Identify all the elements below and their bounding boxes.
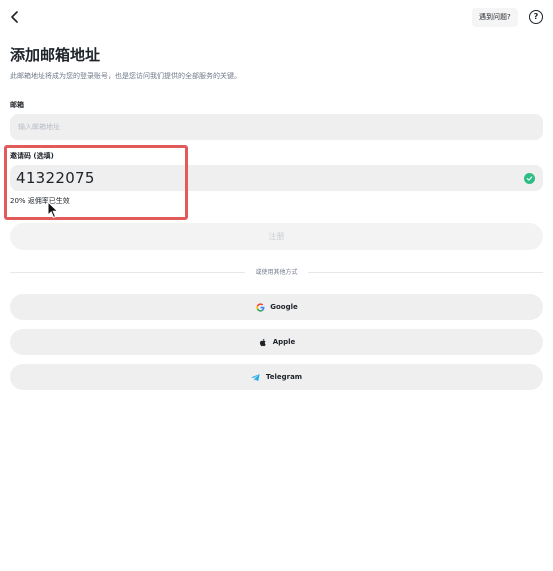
email-field-container [10,114,543,140]
telegram-login-button[interactable]: Telegram [10,364,543,390]
page-subtitle: 此邮箱地址将成为您的登录账号，也是您访问我们提供的全部服务的关键。 [10,72,241,80]
email-input[interactable] [10,123,543,131]
telegram-icon [251,372,261,382]
alt-login-divider: 或使用其他方式 [10,266,543,278]
invite-code-label: 邀请码 (选填) [10,152,54,160]
divider-line-right [308,272,543,273]
email-label: 邮箱 [10,101,24,109]
help-link-button[interactable]: 遇到问题? [472,8,518,27]
check-circle-icon [524,173,535,184]
register-button[interactable]: 注册 [10,223,543,250]
google-login-label: Google [270,303,298,311]
add-email-page: 遇到问题? ? 添加邮箱地址 此邮箱地址将成为您的登录账号，也是您访问我们提供的… [0,0,553,571]
apple-icon [258,337,268,347]
apple-login-label: Apple [272,338,296,346]
invite-code-input[interactable]: 41322075 [10,165,543,191]
telegram-login-label: Telegram [265,373,303,381]
back-button[interactable] [4,6,26,28]
google-login-button[interactable]: Google [10,294,543,320]
chevron-left-icon [11,11,18,23]
commission-status-text: 20% 返佣率已生效 [10,197,70,205]
invite-code-value: 41322075 [16,169,95,187]
apple-login-button[interactable]: Apple [10,329,543,355]
page-title: 添加邮箱地址 [10,46,101,64]
google-icon [255,302,265,312]
help-icon[interactable]: ? [529,10,543,24]
